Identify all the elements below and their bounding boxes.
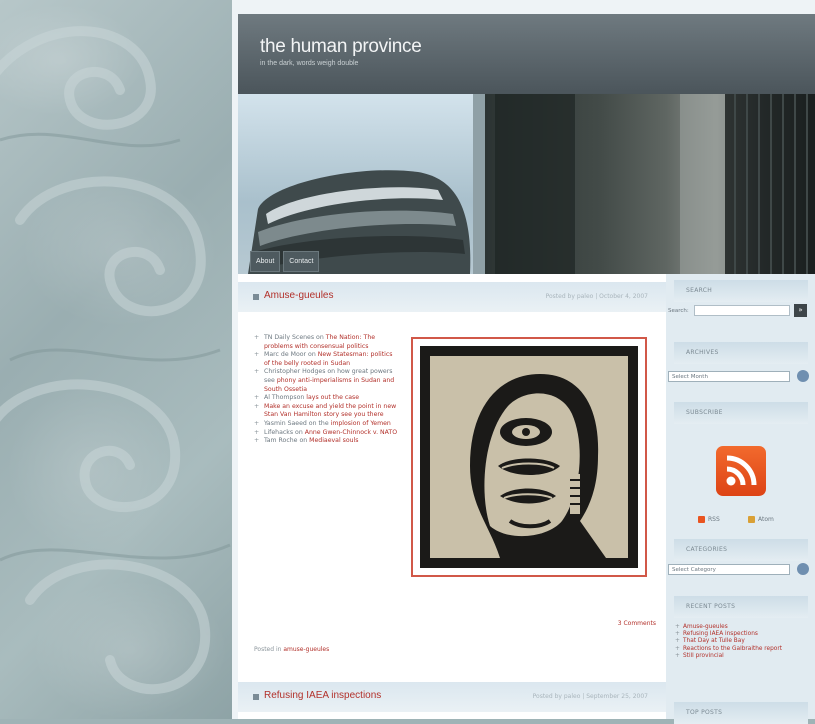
feed-link-rss-label: RSS — [708, 516, 720, 523]
sidebar: SEARCH Search: » ARCHIVES Select Month S… — [666, 274, 815, 724]
site-header: the human province in the dark, words we… — [238, 14, 815, 94]
feed-icon — [748, 516, 755, 523]
rss-feed-icon[interactable] — [716, 446, 766, 496]
list-item: Lifehacks on Anne Gwen-Chinnock v. NATO — [252, 429, 400, 438]
post-title[interactable]: Amuse-gueules — [264, 290, 333, 301]
woodcut-paper — [430, 356, 628, 558]
recent-posts-list: Amuse-gueules Refusing IAEA inspections … — [674, 624, 812, 660]
main-content: Amuse-gueules Posted by paleo | October … — [238, 274, 666, 719]
list-item-link[interactable]: Anne Gwen-Chinnock v. NATO — [305, 429, 397, 436]
list-item-text: Lifehacks on — [264, 428, 305, 436]
list-item-link[interactable]: implosion of Yemen — [331, 420, 391, 427]
list-item: Make an excuse and yield the point in ne… — [252, 403, 400, 420]
recent-post-link[interactable]: Refusing IAEA inspections — [674, 631, 812, 638]
search-label: Search: — [668, 308, 689, 314]
post-meta-2: Posted by paleo | September 25, 2007 — [532, 693, 648, 700]
site-title[interactable]: the human province — [260, 36, 422, 58]
woodcut-frame — [420, 346, 638, 568]
list-item-link[interactable]: lays out the case — [306, 394, 359, 401]
posted-in: Posted in amuse-gueules — [254, 646, 329, 653]
post-link-list: TN Daily Scenes on The Nation: The probl… — [252, 334, 400, 446]
categories-dropdown-icon[interactable] — [797, 563, 809, 575]
widget-title-categories: CATEGORIES — [674, 539, 808, 561]
post-bullet-icon — [253, 294, 259, 300]
feed-link-atom-label: Atom — [758, 516, 774, 523]
nav-tab-about[interactable]: About — [250, 251, 281, 272]
widget-title-top-posts: TOP POSTS — [674, 702, 808, 724]
recent-post-link[interactable]: Amuse-gueules — [674, 624, 812, 631]
site-tagline: in the dark, words weigh double — [260, 60, 359, 67]
building-photo — [248, 94, 485, 274]
list-item-link[interactable]: phony anti-imperialisms in Sudan and Sou… — [264, 377, 394, 393]
search-input[interactable] — [694, 305, 790, 316]
widget-title-recent-posts: RECENT POSTS — [674, 596, 808, 618]
list-item-text: Marc de Moor on — [264, 351, 318, 359]
ornamental-background — [0, 0, 232, 719]
list-item-text: TN Daily Scenes on — [264, 334, 326, 341]
recent-post-link[interactable]: That Day at Tulle Bay — [674, 638, 812, 645]
page: the human province in the dark, words we… — [232, 0, 815, 724]
list-item: Tam Roche on Mediaeval souls — [252, 437, 400, 446]
list-item-text: Tam Roche on — [264, 437, 310, 445]
list-item-text: Al Thompson — [264, 394, 307, 402]
woodcut-face-illustration — [470, 374, 606, 558]
recent-post-link[interactable]: Still provincial — [674, 653, 812, 660]
archives-dropdown-icon[interactable] — [797, 370, 809, 382]
list-item-text: Yasmin Saeed on the — [264, 419, 331, 427]
category-link[interactable]: amuse-gueules — [283, 646, 329, 653]
post-header: Amuse-gueules Posted by paleo | October … — [238, 282, 666, 312]
nav-tab-contact[interactable]: Contact — [283, 251, 320, 272]
list-item: Al Thompson lays out the case — [252, 394, 400, 403]
comments-link[interactable]: 3 Comments — [618, 620, 656, 627]
list-item: Christopher Hodges on how great powers s… — [252, 368, 400, 394]
widget-title-search: SEARCH — [674, 280, 808, 302]
post-bullet-icon — [253, 694, 259, 700]
recent-post-link[interactable]: Reactions to the Galbraithe report — [674, 646, 812, 653]
header-banner-image — [238, 94, 815, 274]
post-meta: Posted by paleo | October 4, 2007 — [545, 293, 648, 300]
list-item: TN Daily Scenes on The Nation: The probl… — [252, 334, 400, 351]
feed-link-atom[interactable]: Atom — [748, 516, 774, 523]
search-button[interactable]: » — [794, 304, 807, 317]
post-title-2[interactable]: Refusing IAEA inspections — [264, 690, 381, 701]
categories-select[interactable]: Select Category — [668, 564, 790, 575]
feed-icon — [698, 516, 705, 523]
list-item-link[interactable]: Make an excuse and yield the point in ne… — [264, 403, 396, 419]
tower-photo — [495, 94, 815, 274]
top-nav: About Contact — [250, 251, 320, 272]
archives-select[interactable]: Select Month — [668, 371, 790, 382]
list-item-link[interactable]: Mediaeval souls — [309, 437, 358, 444]
post-header-2: Refusing IAEA inspections Posted by pale… — [238, 682, 666, 712]
post-image[interactable] — [411, 337, 647, 577]
feed-link-rss[interactable]: RSS — [698, 516, 720, 523]
widget-title-subscribe: SUBSCRIBE — [674, 402, 808, 424]
posted-in-label: Posted in — [254, 646, 284, 653]
list-item: Marc de Moor on New Statesman: politics … — [252, 351, 400, 368]
widget-title-archives: ARCHIVES — [674, 342, 808, 364]
list-item: Yasmin Saeed on the implosion of Yemen — [252, 420, 400, 429]
